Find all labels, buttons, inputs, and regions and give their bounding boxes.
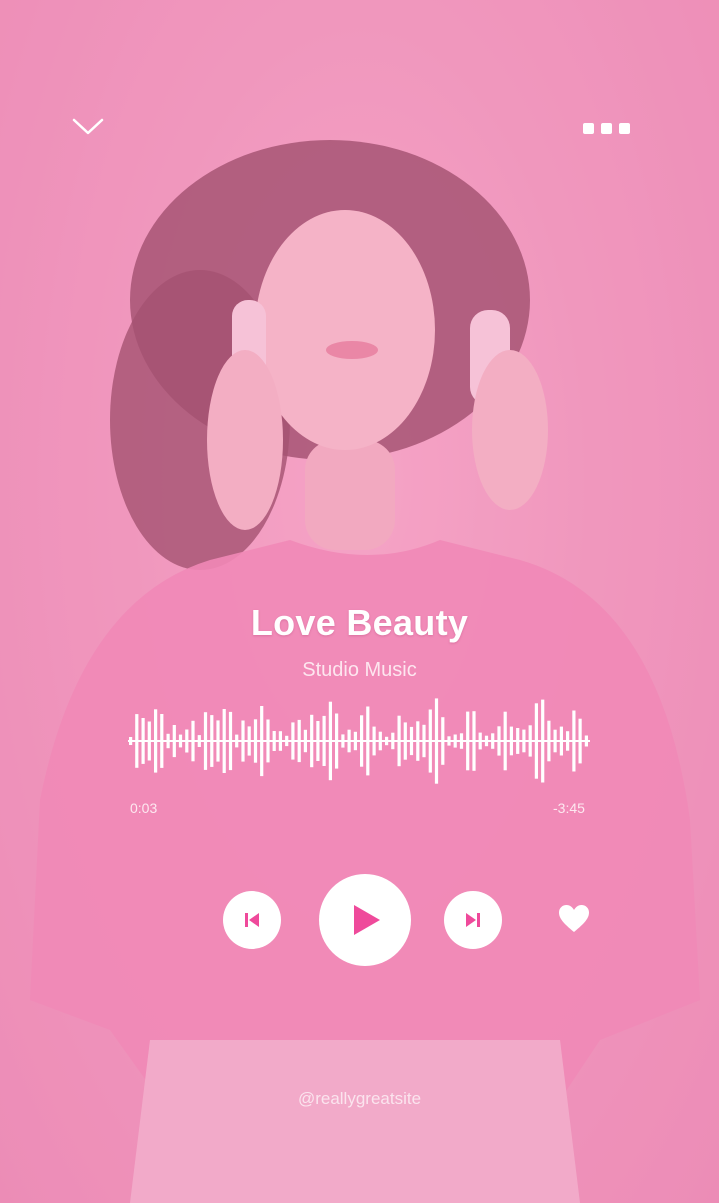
remaining-time: -3:45 <box>553 800 585 816</box>
wave-bar <box>503 711 507 771</box>
wave-bar <box>129 737 133 745</box>
wave-bar <box>422 724 426 758</box>
wave-bar <box>566 731 570 751</box>
wave-bar <box>335 713 339 769</box>
chevron-down-icon[interactable] <box>70 112 106 140</box>
wave-bar <box>272 731 276 751</box>
wave-bar <box>291 722 295 760</box>
wave-bar <box>397 715 401 767</box>
wave-bar <box>478 732 482 750</box>
social-handle: @reallygreatsite <box>297 1089 422 1108</box>
elapsed-time: 0:03 <box>130 800 158 816</box>
wave-bar <box>266 719 270 763</box>
wave-bar <box>391 732 395 750</box>
more-dots-icon[interactable] <box>583 118 639 138</box>
wave-bar <box>441 717 445 765</box>
wave-bar <box>172 725 176 758</box>
wave-bar <box>178 734 183 748</box>
wave-bar <box>572 710 576 772</box>
wave-bar <box>385 736 389 746</box>
wave-bar <box>235 734 239 748</box>
wave-bar <box>534 703 538 779</box>
wave-bar <box>141 718 145 764</box>
wave-bar <box>491 733 495 749</box>
wave-bar <box>147 721 151 761</box>
wave-bar <box>253 719 258 763</box>
wave-bar <box>366 706 370 776</box>
wave-bar <box>434 698 439 784</box>
waveform-scrubber[interactable] <box>128 696 590 786</box>
wave-bar <box>160 714 164 768</box>
wave-bar <box>341 734 345 748</box>
wave-bar <box>378 731 382 751</box>
wave-bar <box>166 733 170 749</box>
wave-bar <box>197 735 201 747</box>
wave-bar <box>409 726 414 756</box>
wave-bar <box>459 733 464 749</box>
wave-bar <box>353 731 357 751</box>
wave-bar <box>553 729 557 753</box>
dot <box>619 122 630 134</box>
play-icon <box>354 905 380 935</box>
wave-bar <box>247 726 251 756</box>
wave-bar <box>453 734 457 748</box>
wave-bar <box>578 718 582 764</box>
next-button[interactable] <box>444 891 502 949</box>
wave-bar <box>466 711 470 771</box>
wave-bar <box>322 715 326 766</box>
skip-previous-icon <box>245 913 259 927</box>
wave-bar <box>241 720 245 762</box>
wave-bar <box>522 729 526 753</box>
wave-bar <box>509 726 513 756</box>
wave-bar <box>559 726 563 756</box>
wave-bar <box>310 714 314 768</box>
dot <box>601 122 612 134</box>
wave-bar <box>278 731 282 751</box>
wave-bar <box>403 722 407 760</box>
wave-bar <box>584 735 588 747</box>
artist-name: Studio Music <box>302 659 417 681</box>
wave-bar <box>447 736 451 746</box>
wave-bar <box>191 720 195 762</box>
previous-button[interactable] <box>223 891 281 949</box>
wave-bar <box>185 729 189 753</box>
wave-bar <box>285 735 289 747</box>
wave-bar <box>497 726 501 756</box>
play-button[interactable] <box>319 874 411 966</box>
wave-bar <box>303 729 307 753</box>
wave-bar <box>328 701 332 781</box>
wave-bar <box>210 715 214 767</box>
wave-bar <box>360 715 364 767</box>
skip-next-icon <box>466 913 480 927</box>
wave-bar <box>297 719 301 763</box>
wave-bar <box>216 720 220 762</box>
wave-bar <box>316 721 320 761</box>
wave-bar <box>416 721 420 761</box>
wave-bar <box>154 709 158 773</box>
wave-bar <box>541 699 545 783</box>
wave-bar <box>516 728 520 754</box>
wave-bar <box>547 720 551 762</box>
wave-bar <box>135 714 139 768</box>
dot <box>583 122 594 134</box>
wave-bar <box>222 709 226 773</box>
wave-bar <box>472 711 476 771</box>
wave-bar <box>260 706 264 777</box>
music-player-screen: Love Beauty Studio Music 0:03 -3:45 @rea… <box>0 0 719 1203</box>
wave-bar <box>347 729 351 753</box>
wave-bar <box>528 725 532 757</box>
heart-icon[interactable] <box>557 903 591 935</box>
wave-bar <box>372 726 376 756</box>
wave-bar <box>484 735 489 747</box>
wave-bar <box>228 711 233 771</box>
song-title: Love Beauty <box>250 602 469 643</box>
wave-bar <box>203 712 208 770</box>
player-overlay: Love Beauty Studio Music 0:03 -3:45 @rea… <box>0 0 719 1203</box>
wave-bar <box>428 709 432 773</box>
